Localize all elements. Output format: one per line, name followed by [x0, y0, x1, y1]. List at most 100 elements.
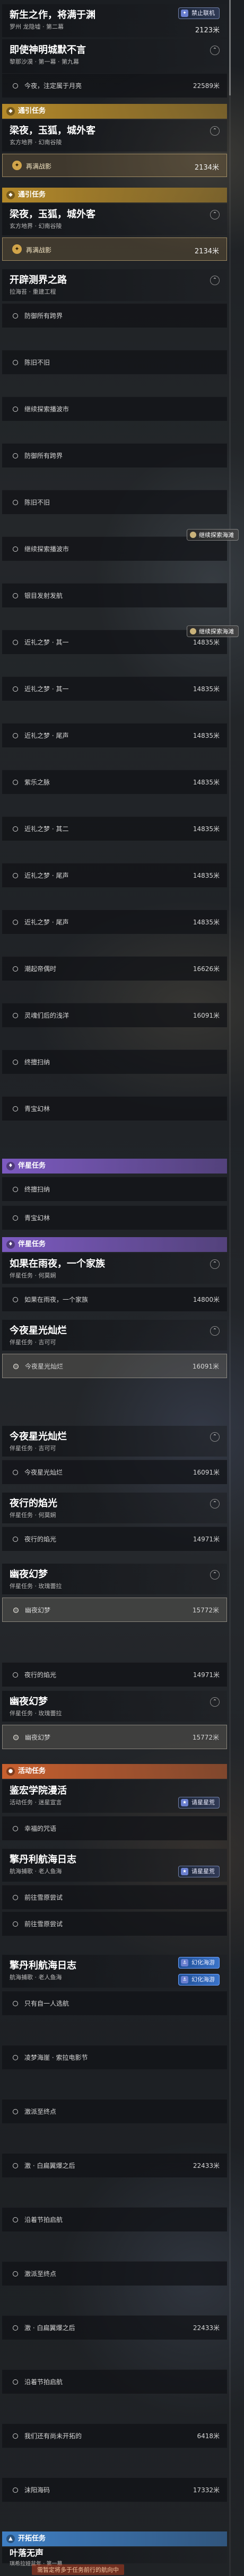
- quest-step-row[interactable]: 防御所有跨界: [2, 303, 227, 328]
- quest-card[interactable]: 叶落无声 琪希拉娅盆年 · 第一幕: [2, 2547, 227, 2567]
- category-label: 活动任务: [18, 1767, 46, 1775]
- step-dot-icon: [13, 1187, 18, 1192]
- quest-card[interactable]: 今夜星光灿烂 伴星任务 · 吉可可 ⌃: [2, 1320, 227, 1351]
- category-header-guide[interactable]: ◆ 通引任务: [2, 188, 227, 202]
- scrollbar-thumb[interactable]: [229, 0, 231, 95]
- step-distance: 22433米: [193, 2324, 220, 2332]
- quest-step-row[interactable]: 激 · 白扁翼爆之后 22433米: [2, 2153, 227, 2177]
- quest-step-row-selected[interactable]: 今夜星光灿烂 16091米: [2, 1354, 227, 1378]
- guide-icon: ◆: [6, 107, 15, 116]
- quest-step-row[interactable]: 如果在雨夜，一个家族 14800米: [2, 1287, 227, 1311]
- quest-step-row-selected[interactable]: 幽夜幻梦 15772米: [2, 1598, 227, 1622]
- quest-step-row[interactable]: 沿着节拍启航: [2, 2369, 227, 2394]
- step-dot-icon: [13, 2109, 18, 2114]
- quest-step-row[interactable]: 激派至终点: [2, 2261, 227, 2286]
- quest-step-row[interactable]: 灵魂们后的浅洋 16091米: [2, 1003, 227, 1027]
- quest-card[interactable]: 新生之作，将满于渊 罗州 龙隐墟 · 第二幕 ✦ 禁止联机 2123米: [2, 4, 227, 37]
- quest-step-row[interactable]: 防御所有跨界: [2, 443, 227, 467]
- step-label: 近礼之梦 · 其一: [24, 685, 69, 693]
- step-dot-icon: [13, 2271, 18, 2277]
- quest-step-row[interactable]: 我们还有尚未开拓的 6418米: [2, 2423, 227, 2448]
- step-dot-icon: [13, 1470, 18, 1475]
- step-label: 近礼之梦 · 其一: [24, 639, 69, 646]
- collapse-chevron-icon[interactable]: ⌃: [210, 1697, 220, 1707]
- quest-subtitle: 伴星任务 · 何莫娴: [10, 1272, 56, 1279]
- quest-step-row[interactable]: 夜行的焰光 14971米: [2, 1662, 227, 1687]
- step-dot-icon: [13, 826, 18, 832]
- quest-step-row[interactable]: 前往雪原尝试: [2, 1885, 227, 1909]
- collapse-chevron-icon[interactable]: ⌃: [210, 1259, 220, 1269]
- collapse-chevron-icon[interactable]: ⌃: [210, 1570, 220, 1580]
- quest-step-row[interactable]: 陈旧不旧: [2, 490, 227, 514]
- quest-step-row[interactable]: 沫阳海码 17332米: [2, 2477, 227, 2502]
- quest-step-row-selected[interactable]: 幽夜幻梦 15772米: [2, 1725, 227, 1749]
- collapse-chevron-icon[interactable]: ⌃: [210, 46, 220, 55]
- quest-step-row[interactable]: 激派至终点: [2, 2099, 227, 2123]
- category-header-guide[interactable]: ◆ 通引任务: [2, 104, 227, 119]
- collapse-chevron-icon[interactable]: ⌃: [210, 210, 220, 219]
- quest-step-row[interactable]: 终擅扫纳: [2, 1177, 227, 1201]
- quest-card[interactable]: 擎丹利航海日志 航海捕歌 · 老人鱼海 ★ 请星星荒: [2, 1849, 227, 1882]
- quest-subtitle: 伴星任务 · 玫瑰蕾拉: [10, 1710, 62, 1717]
- collapse-chevron-icon[interactable]: ⌃: [210, 1499, 220, 1508]
- quest-step-row[interactable]: 近礼之梦 · 其二 14835米: [2, 816, 227, 841]
- collapse-chevron-icon[interactable]: ⌃: [210, 1432, 220, 1442]
- step-distance: 22589米: [193, 82, 220, 90]
- ship-icon: ⚓: [181, 1959, 188, 1966]
- quest-step-row[interactable]: 激 · 白扁翼爆之后 22433米: [2, 2315, 227, 2340]
- quest-step-row[interactable]: 前往雪原尝试: [2, 1911, 227, 1936]
- quest-card[interactable]: 幽夜幻梦 伴星任务 · 玫瑰蕾拉 ⌃: [2, 1691, 227, 1722]
- quest-card[interactable]: 如果在雨夜，一个家族 伴星任务 · 何莫娴 ⌃: [2, 1253, 227, 1284]
- quest-step-row[interactable]: 潮起帝偶时 16626米: [2, 956, 227, 981]
- step-distance: 22433米: [193, 2162, 220, 2169]
- quest-card[interactable]: 开辟测界之路 拉海苔 · 重建工程 ⌃: [2, 269, 227, 301]
- step-label: 陈旧不旧: [24, 359, 50, 366]
- step-dot-icon: [13, 1013, 18, 1018]
- quest-step-row[interactable]: 陈旧不旧: [2, 350, 227, 374]
- reward-row[interactable]: ✦ 再满战影 2134米: [2, 237, 227, 261]
- quest-card[interactable]: 鉴宏学院漫活 活动任务 · 迷星宣言 ★ 请星星荒: [2, 1780, 227, 1813]
- quest-step-row[interactable]: 幸福的咒语: [2, 1816, 227, 1840]
- quest-card[interactable]: 梁夜，玉狐，城外客 玄方地界 · 幻南谷陵 ⌃: [2, 204, 227, 235]
- step-dot-icon: [13, 593, 18, 598]
- collapse-chevron-icon[interactable]: ⌃: [210, 126, 220, 136]
- quest-step-row[interactable]: 今夜星光灿烂 16091米: [2, 1460, 227, 1484]
- quest-card[interactable]: 擎丹利航海日志 航海捕歌 · 老人鱼海 ⚓ 幻化海游 ⚓ 幻化海游: [2, 1955, 227, 1988]
- category-header-companion[interactable]: ♦ 伴星任务: [2, 1237, 227, 1252]
- quest-step-row[interactable]: 紫乐之脉 14835米: [2, 770, 227, 794]
- quest-step-row[interactable]: 继续探索播波市: [2, 396, 227, 421]
- quest-step-row[interactable]: 凌梦海崖 · 索拉电影节: [2, 2045, 227, 2069]
- category-header-companion[interactable]: ♦ 伴星任务: [2, 1159, 227, 1174]
- step-label: 陈旧不旧: [24, 499, 50, 506]
- quest-step-row[interactable]: 只有自一人选航: [2, 1991, 227, 2015]
- quest-card[interactable]: 梁夜，玉狐，城外客 玄方地界 · 幻南谷陵 ⌃: [2, 120, 227, 152]
- quest-title: 开辟测界之路: [10, 275, 67, 286]
- quest-step-row[interactable]: 青宝幻林: [2, 1205, 227, 1230]
- category-header-event[interactable]: ● 活动任务: [2, 1764, 227, 1779]
- guide-icon: ◆: [6, 191, 15, 199]
- step-label: 防御所有跨界: [24, 452, 63, 460]
- category-header-exploration[interactable]: ▲ 开拓任务: [2, 2531, 227, 2546]
- quest-step-row[interactable]: 夜行的焰光 14971米: [2, 1527, 227, 1551]
- quest-card[interactable]: 即使神明城默不言 黎那沙漠 · 第一幕 · 第九幕 ⌃: [2, 39, 227, 73]
- collapse-chevron-icon[interactable]: ⌃: [210, 276, 220, 285]
- reward-row[interactable]: ✦ 再满战影 2134米: [2, 154, 227, 177]
- scrollbar[interactable]: [229, 0, 231, 2576]
- quest-step-row[interactable]: 近礼之梦 · 尾声 14835米: [2, 863, 227, 887]
- track-quest-tag[interactable]: 继续探索海滩: [187, 625, 239, 637]
- quest-step-row[interactable]: 沿着节拍启航: [2, 2207, 227, 2231]
- quest-step-row[interactable]: 近礼之梦 · 其一 14835米: [2, 676, 227, 701]
- quest-step-row[interactable]: 近礼之梦 · 尾声 14835米: [2, 910, 227, 934]
- quest-card[interactable]: 今夜星光灿烂 伴星任务 · 吉可可 ⌃: [2, 1426, 227, 1457]
- quest-step-row[interactable]: 银目发射发航: [2, 583, 227, 607]
- step-dot-icon: [13, 1608, 19, 1613]
- quest-step-row[interactable]: 终擅扫纳: [2, 1049, 227, 1074]
- quest-step-row[interactable]: 近礼之梦 · 尾声 14835米: [2, 723, 227, 747]
- quest-step-row[interactable]: 今夜，注定属于月亮 22589米: [2, 73, 227, 98]
- quest-step-row[interactable]: 青宝幻林: [2, 1096, 227, 1121]
- track-quest-tag[interactable]: 继续探索海滩: [187, 529, 239, 541]
- quest-card[interactable]: 幽夜幻梦 伴星任务 · 玫瑰蕾拉 ⌃: [2, 1564, 227, 1594]
- collapse-chevron-icon[interactable]: ⌃: [210, 1326, 220, 1336]
- quest-card[interactable]: 夜行的焰光 伴星任务 · 何莫娴 ⌃: [2, 1493, 227, 1523]
- companion-icon: ♦: [6, 1162, 15, 1170]
